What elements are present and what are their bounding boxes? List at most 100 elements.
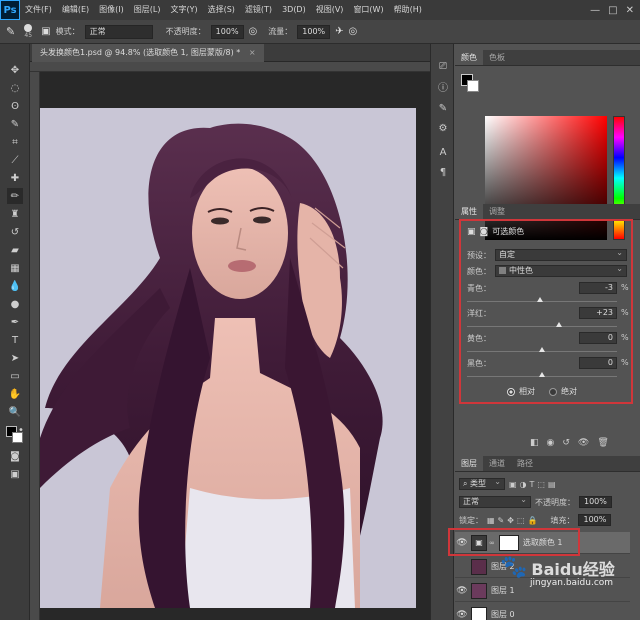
- blend-mode-select[interactable]: 正常: [459, 495, 531, 508]
- pressure-size-icon[interactable]: ◎: [349, 26, 358, 37]
- maximize-icon[interactable]: □: [608, 5, 617, 16]
- tab-paths[interactable]: 路径: [511, 456, 539, 471]
- watermark-brand: Baidu经验: [531, 559, 615, 579]
- quick-select-tool-icon[interactable]: ✎: [7, 116, 23, 132]
- properties-title: 可选颜色: [492, 227, 525, 236]
- close-tab-icon[interactable]: ×: [249, 48, 256, 57]
- preset-select[interactable]: 自定: [495, 248, 627, 261]
- radio-absolute[interactable]: [549, 387, 557, 396]
- menu-3d[interactable]: 3D(D): [277, 0, 311, 20]
- colors-select[interactable]: 中性色: [495, 264, 627, 277]
- fill-label: 填充：: [550, 515, 575, 525]
- hand-tool-icon[interactable]: ✋: [7, 386, 23, 402]
- eye-icon[interactable]: 👁: [455, 586, 469, 596]
- tab-layers[interactable]: 图层: [455, 456, 483, 471]
- menu-edit[interactable]: 编辑(E): [57, 0, 94, 20]
- menu-layer[interactable]: 图层(L): [129, 0, 166, 20]
- healing-tool-icon[interactable]: ✚: [7, 170, 23, 186]
- slider-value-black[interactable]: 0: [579, 357, 617, 369]
- colors-label: 颜色：: [467, 266, 491, 276]
- mask-icon[interactable]: ◙: [480, 227, 489, 237]
- type-tool-icon[interactable]: T: [7, 332, 23, 348]
- slider-thumb-cyan[interactable]: [536, 297, 543, 302]
- menu-view[interactable]: 视图(V): [311, 0, 349, 20]
- flow-field[interactable]: 100%: [297, 24, 331, 39]
- menu-filter[interactable]: 滤镜(T): [240, 0, 277, 20]
- quick-mask-icon[interactable]: ◙: [7, 448, 23, 464]
- adjustments-panel-icon[interactable]: ⚙: [435, 120, 451, 136]
- dodge-tool-icon[interactable]: ●: [7, 296, 23, 312]
- adjustment-icon: ▣: [467, 226, 476, 237]
- info-panel-icon[interactable]: ⓘ: [435, 78, 451, 94]
- fill-field[interactable]: 100%: [578, 514, 612, 526]
- slider-value-magenta[interactable]: +23: [579, 307, 617, 319]
- crop-tool-icon[interactable]: ⌗: [7, 134, 23, 150]
- blur-tool-icon[interactable]: 💧: [7, 278, 23, 294]
- mode-select[interactable]: 正常: [84, 24, 153, 39]
- tab-adjustments[interactable]: 调整: [483, 204, 511, 219]
- character-panel-icon[interactable]: A: [435, 144, 451, 160]
- slider-track-magenta: [467, 326, 617, 327]
- tab-swatches[interactable]: 色板: [483, 50, 511, 65]
- zoom-tool-icon[interactable]: 🔍: [7, 404, 23, 420]
- slider-thumb-magenta[interactable]: [556, 322, 563, 327]
- bg-color-chip[interactable]: [467, 80, 479, 92]
- menu-image[interactable]: 图像(I): [94, 0, 129, 20]
- eyedropper-tool-icon[interactable]: ⟋: [7, 152, 23, 168]
- reset-icon[interactable]: ↺: [562, 438, 570, 448]
- brush-panel-icon[interactable]: ▣: [41, 26, 50, 37]
- menu-file[interactable]: 文件(F): [20, 0, 57, 20]
- stamp-tool-icon[interactable]: ♜: [7, 206, 23, 222]
- screen-mode-icon[interactable]: ▣: [7, 466, 23, 482]
- image-canvas[interactable]: [40, 108, 416, 608]
- pen-tool-icon[interactable]: ✒: [7, 314, 23, 330]
- paragraph-panel-icon[interactable]: ¶: [435, 164, 451, 180]
- view-previous-icon[interactable]: ◉: [547, 438, 555, 448]
- lasso-tool-icon[interactable]: ʘ: [7, 98, 23, 114]
- visibility-toggle-icon[interactable]: 👁: [578, 438, 589, 448]
- eraser-tool-icon[interactable]: ▰: [7, 242, 23, 258]
- slider-label-yellow: 黄色：: [467, 334, 491, 343]
- layer-filter-select[interactable]: ⌕ 类型: [459, 477, 505, 490]
- menu-select[interactable]: 选择(S): [203, 0, 240, 20]
- brush-panel-icon[interactable]: ✎: [435, 100, 451, 116]
- brush-tool-icon[interactable]: ✎: [6, 25, 15, 38]
- menu-type[interactable]: 文字(Y): [165, 0, 202, 20]
- path-select-tool-icon[interactable]: ➤: [7, 350, 23, 366]
- filter-icons[interactable]: ▣◑T⬚▤: [509, 480, 559, 489]
- delete-adjustment-icon[interactable]: 🗑: [597, 438, 608, 448]
- move-tool-icon[interactable]: ✥: [7, 62, 23, 78]
- mode-label: 模式：: [55, 27, 80, 36]
- tab-properties[interactable]: 属性: [455, 204, 483, 219]
- gradient-tool-icon[interactable]: ▦: [7, 260, 23, 276]
- radio-relative[interactable]: [507, 387, 515, 396]
- tab-color[interactable]: 颜色: [455, 50, 483, 65]
- marquee-tool-icon[interactable]: ◌: [7, 80, 23, 96]
- minimize-icon[interactable]: —: [590, 5, 600, 16]
- history-brush-tool-icon[interactable]: ↺: [7, 224, 23, 240]
- menu-bar: Ps 文件(F) 编辑(E) 图像(I) 图层(L) 文字(Y) 选择(S) 滤…: [0, 0, 640, 20]
- menu-window[interactable]: 窗口(W): [348, 0, 388, 20]
- slider-thumb-black[interactable]: [539, 372, 545, 377]
- airbrush-icon[interactable]: ✈: [335, 26, 343, 37]
- menu-help[interactable]: 帮助(H): [389, 0, 427, 20]
- brush-preset-picker[interactable]: 45: [20, 24, 36, 39]
- tab-channels[interactable]: 通道: [483, 456, 511, 471]
- opacity-field[interactable]: 100%: [210, 24, 244, 39]
- pressure-opacity-icon[interactable]: ◎: [249, 26, 258, 37]
- background-color-swatch[interactable]: [12, 432, 23, 443]
- document-tab[interactable]: 头发换颜色1.psd @ 94.8% (选取颜色 1, 图层蒙版/8) * ×: [32, 44, 264, 62]
- brush-tool-icon[interactable]: ✏: [7, 188, 23, 204]
- lock-icons[interactable]: ▦✎✥⬚🔒: [487, 516, 540, 525]
- slider-value-cyan[interactable]: -3: [579, 282, 617, 294]
- slider-value-yellow[interactable]: 0: [579, 332, 617, 344]
- shape-tool-icon[interactable]: ▭: [7, 368, 23, 384]
- eye-icon[interactable]: 👁: [455, 610, 469, 620]
- slider-thumb-yellow[interactable]: [539, 347, 545, 352]
- clip-to-layer-icon[interactable]: ◧: [530, 438, 539, 448]
- radio-relative-label: 相对: [519, 387, 535, 396]
- history-panel-icon[interactable]: ⎚: [435, 58, 451, 74]
- layer-opacity-field[interactable]: 100%: [579, 496, 612, 508]
- close-icon[interactable]: ✕: [626, 5, 634, 16]
- slider-unit-black: %: [621, 358, 629, 367]
